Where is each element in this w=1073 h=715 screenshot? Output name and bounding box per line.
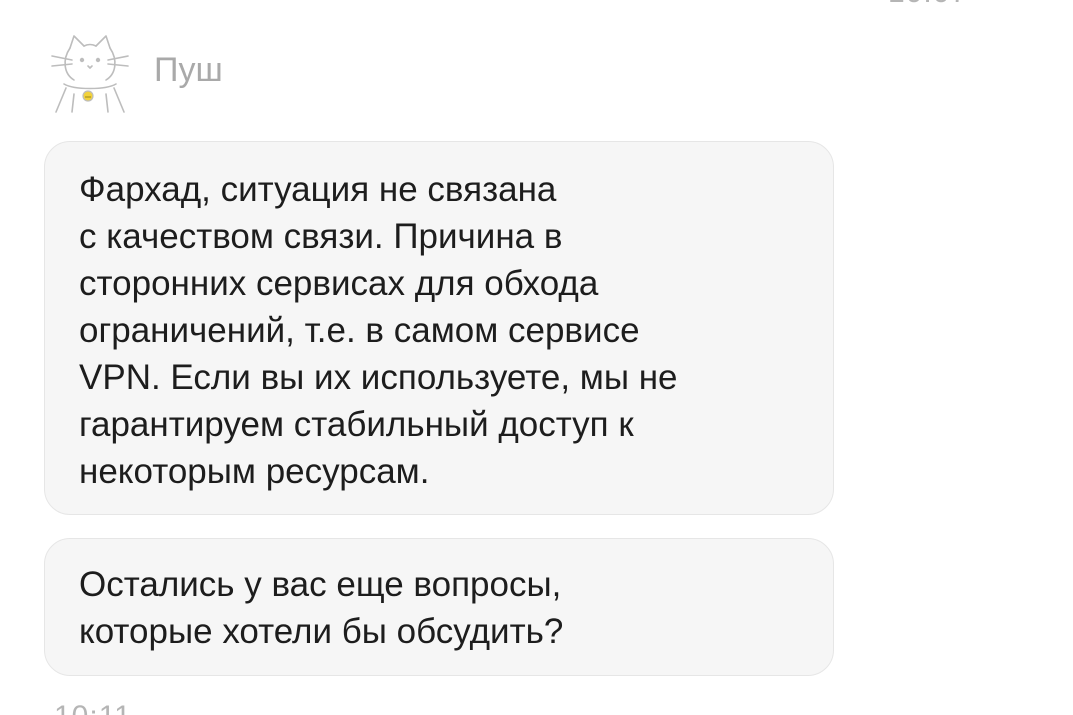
sender-name: Пуш <box>154 50 223 89</box>
sender-header: Пуш <box>44 32 223 116</box>
message-timestamp: 10:11 <box>54 700 132 715</box>
cat-with-bell-icon <box>51 35 129 113</box>
chat-screen: 10:07 <box>0 0 1073 715</box>
message-bubble: Остались у вас еще вопросы, которые хоте… <box>44 538 834 676</box>
message-bubble: Фархад, ситуация не связана с качеством … <box>44 141 834 515</box>
message-timestamp: 10:07 <box>888 0 968 10</box>
